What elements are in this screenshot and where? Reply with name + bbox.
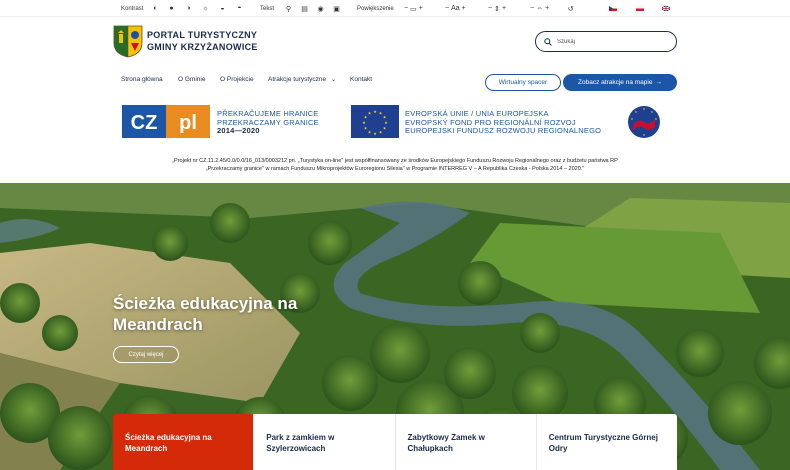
arrow-right-icon: → — [655, 79, 662, 86]
text-format-icon[interactable]: ▤ — [300, 0, 309, 17]
brightness-icon[interactable]: ☼ — [201, 0, 210, 17]
czpl-logo-pl: pl — [179, 112, 197, 134]
map-attractions-button[interactable]: Zobacz atrakcje na mapie → — [563, 74, 677, 91]
line-height-stepper[interactable]: − ⇕ + — [488, 0, 506, 17]
font-minus-icon[interactable]: − — [445, 5, 449, 12]
font-size-icon: Aa — [451, 5, 460, 12]
flag-gb-icon[interactable] — [662, 6, 670, 11]
attraction-tab-chalupki-castle[interactable]: Zabytkowy Zamek w Chałupkach — [395, 414, 537, 470]
nav-item-contact[interactable]: Kontakt — [350, 76, 372, 83]
text-label: Tekst — [260, 5, 275, 12]
eu-line-3: EUROPEJSKI FUNDUSZ ROZWOJU REGIONALNEGO — [405, 126, 602, 135]
hero-title: Ścieżka edukacyjna na Meandrach — [113, 294, 298, 334]
eu-flag-icon: ★ ★★ ★★★ ★★★ ★★★ — [351, 105, 399, 138]
flag-cz-icon[interactable] — [609, 6, 617, 11]
accessibility-toolbar: Kontrast ◐ ● ◑ ☼ ◒ ◓ Tekst ⚲ ▤ ◉ ▣ Powię… — [0, 0, 790, 17]
zoom-label: Powiększenie — [357, 5, 394, 12]
zoom-plus-icon[interactable]: + — [419, 5, 423, 12]
nav-item-attractions-label: Atrakcje turystyczne — [268, 76, 327, 83]
eu-fund-text: EVROPSKÁ UNIE / UNIA EUROPEJSKA EVROPSKÝ… — [405, 109, 602, 136]
interreg-czpl-logo: CZ pl — [122, 105, 210, 138]
chevron-down-icon: ⌄ — [330, 77, 337, 83]
svg-text:★: ★ — [373, 109, 377, 114]
flag-pl-icon[interactable] — [636, 6, 644, 11]
letter-spacing-stepper[interactable]: − ⇔ + — [530, 0, 549, 17]
project-note-line-2: „Przekraczamy granice" w ramach Funduszu… — [205, 166, 585, 172]
letter-spacing-icon: ⇔ — [536, 5, 544, 12]
contrast-invert-icon[interactable]: ◒ — [218, 0, 227, 17]
line-height-minus-icon[interactable]: − — [488, 5, 492, 12]
zoom-page-icon: ▭ — [410, 5, 417, 13]
hero-slider: Ścieżka edukacyjna na Meandrach Czytaj w… — [0, 183, 790, 470]
svg-text:★: ★ — [379, 130, 383, 135]
attraction-tab-meanders[interactable]: Ścieżka edukacyjna na Meandrach — [113, 414, 255, 470]
map-attractions-label: Zobacz atrakcje na mapie — [578, 79, 653, 86]
site-brand[interactable]: PORTAL TURYSTYCZNY GMINY KRZYŻANOWICE — [147, 29, 258, 53]
zoom-stepper[interactable]: − ▭ + — [404, 0, 423, 17]
text-spacing-icon[interactable]: ▣ — [332, 0, 341, 17]
svg-text:★: ★ — [631, 117, 634, 121]
contrast-yellow-icon[interactable]: ◑ — [184, 0, 193, 17]
letter-spacing-plus-icon[interactable]: + — [545, 5, 549, 12]
nav-item-home[interactable]: Strona główna — [121, 76, 163, 83]
project-note-line-1: „Projekt nr CZ.11.2.45/0.0/0.0/16_013/00… — [172, 158, 618, 164]
attraction-tabs: Ścieżka edukacyjna na Meandrach Park z z… — [113, 414, 677, 470]
interreg-years: 2014—2020 — [217, 126, 260, 135]
svg-text:★: ★ — [364, 126, 368, 131]
read-more-button[interactable]: Czytaj więcej — [113, 346, 179, 363]
svg-text:★: ★ — [643, 107, 646, 111]
svg-text:★: ★ — [384, 120, 388, 125]
reset-icon[interactable]: ↺ — [566, 0, 575, 17]
project-funding-note: „Projekt nr CZ.11.2.45/0.0/0.0/16_013/00… — [100, 157, 690, 173]
nav-item-about-project[interactable]: O Projekcie — [220, 76, 254, 83]
grayscale-icon[interactable]: ◓ — [235, 0, 244, 17]
svg-text:★: ★ — [635, 110, 638, 114]
font-plus-icon[interactable]: + — [462, 5, 466, 12]
readable-font-icon[interactable]: ◉ — [316, 0, 325, 17]
virtual-tour-button[interactable]: Wirtualny spacer — [485, 74, 561, 91]
euroregion-silesia-logo: ★★★ ★★★ — [628, 106, 660, 138]
font-size-stepper[interactable]: − Aa + — [445, 0, 466, 17]
brand-line-1: PORTAL TURYSTYCZNY — [147, 30, 258, 40]
zoom-minus-icon[interactable]: − — [404, 5, 408, 12]
svg-text:★: ★ — [373, 131, 377, 136]
contrast-dark-icon[interactable]: ● — [167, 0, 176, 17]
contrast-half-icon[interactable]: ◐ — [151, 0, 160, 17]
svg-text:★: ★ — [383, 126, 387, 131]
line-height-icon: ⇕ — [494, 5, 500, 13]
link-highlight-icon[interactable]: ⚲ — [284, 0, 293, 17]
svg-text:★: ★ — [368, 130, 372, 135]
nav-item-about-municipality[interactable]: O Gminie — [178, 76, 205, 83]
attraction-tab-upper-oder-center[interactable]: Centrum Turystyczne Górnej Odry — [536, 414, 677, 470]
search-icon — [544, 37, 552, 46]
interreg-text: PŘEKRAČUJEME HRANICE PRZEKRACZAMY GRANIC… — [217, 109, 319, 136]
brand-line-2: GMINY KRZYŻANOWICE — [147, 42, 258, 52]
municipality-crest-logo[interactable] — [113, 25, 143, 58]
line-height-plus-icon[interactable]: + — [502, 5, 506, 12]
svg-text:★: ★ — [362, 120, 366, 125]
svg-text:★: ★ — [643, 133, 646, 137]
contrast-label: Kontrast — [121, 5, 144, 12]
czpl-logo-cz: CZ — [131, 112, 158, 134]
attraction-tab-park-castle[interactable]: Park z zamkiem w Szylerzowicach — [254, 414, 396, 470]
nav-item-attractions[interactable]: Atrakcje turystyczne ⌄ — [268, 76, 336, 83]
svg-text:★: ★ — [368, 111, 372, 116]
svg-text:★: ★ — [383, 115, 387, 120]
search-input[interactable] — [557, 38, 667, 45]
search-box[interactable] — [535, 31, 677, 52]
svg-text:★: ★ — [655, 117, 658, 121]
letter-spacing-minus-icon[interactable]: − — [530, 5, 534, 12]
svg-text:★: ★ — [651, 110, 654, 114]
